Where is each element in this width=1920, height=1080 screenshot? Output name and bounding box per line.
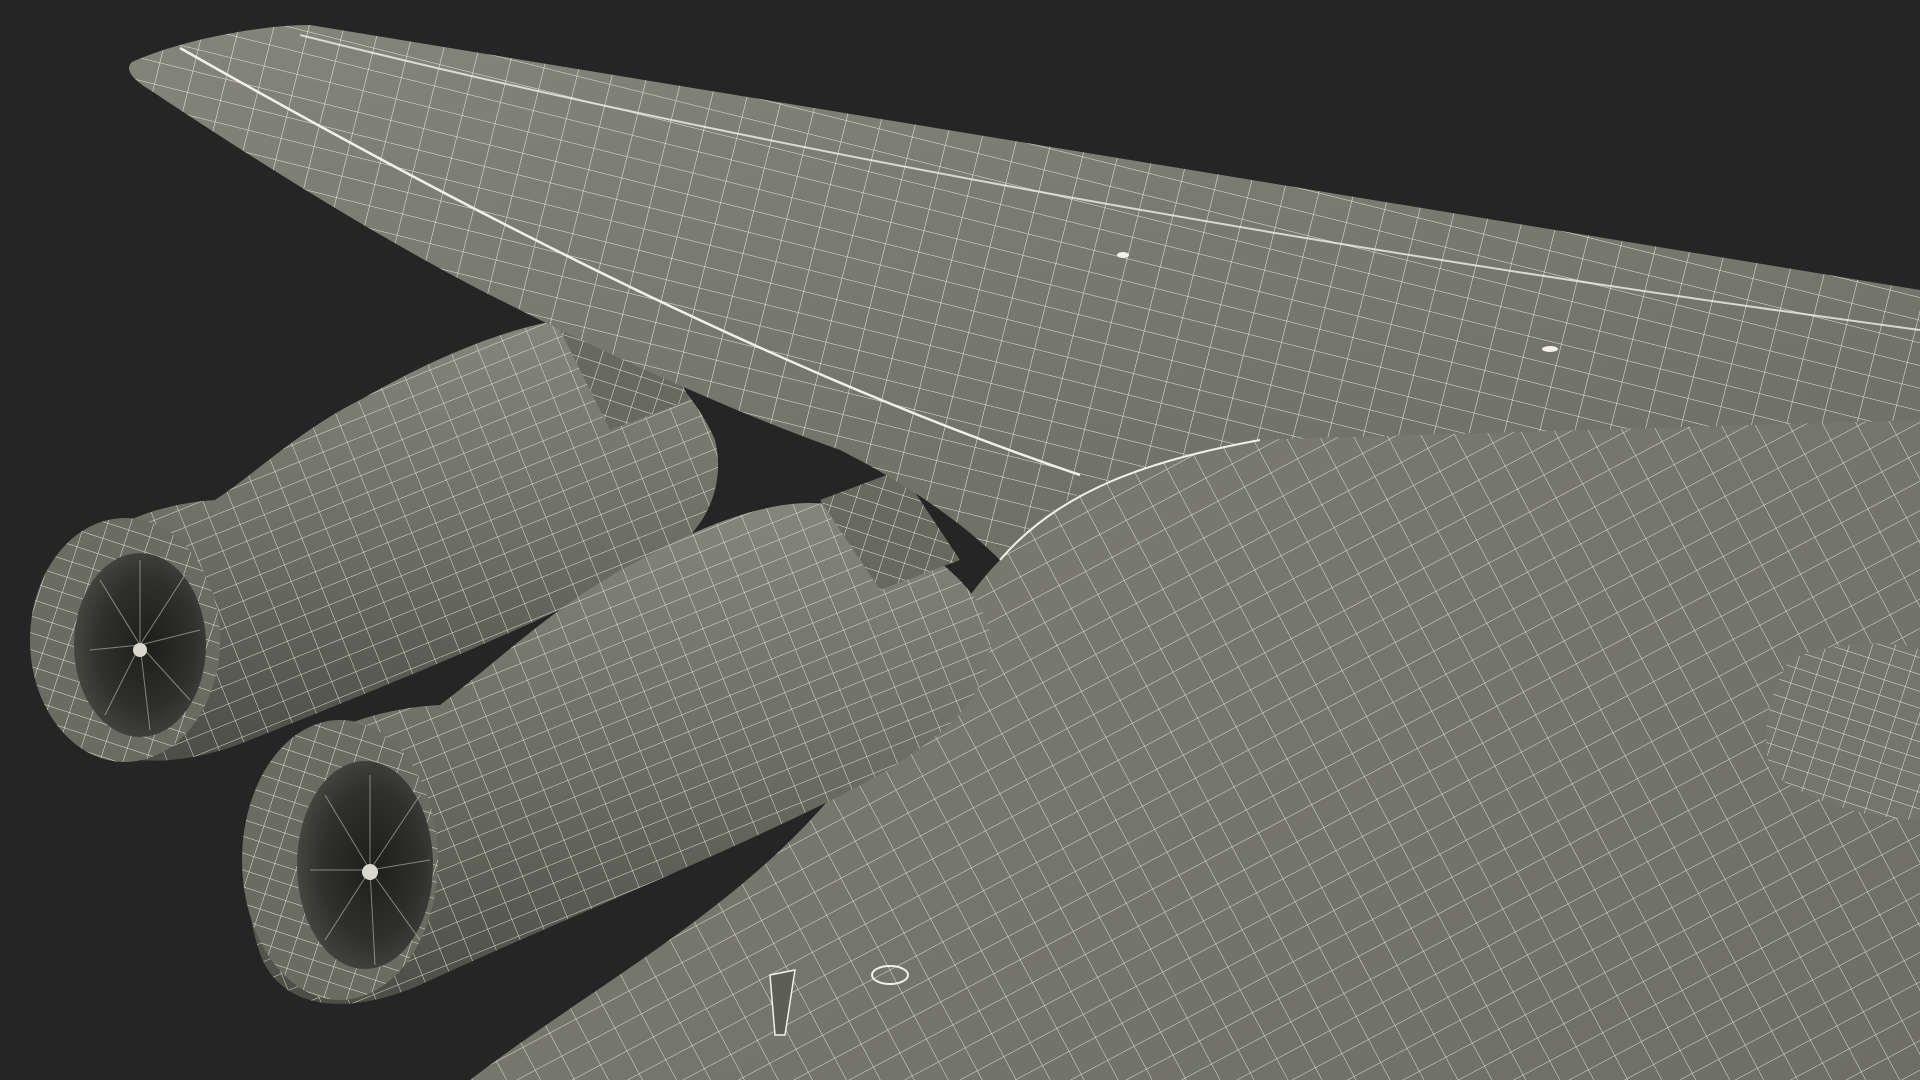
- render-viewport: [0, 0, 1920, 1080]
- aircraft-wireframe-render: [30, 25, 1920, 1080]
- outboard-engine-intake: [30, 518, 220, 762]
- inboard-engine-intake: [242, 720, 438, 1000]
- outboard-spinner-icon: [133, 643, 147, 657]
- inboard-spinner-icon: [362, 864, 378, 880]
